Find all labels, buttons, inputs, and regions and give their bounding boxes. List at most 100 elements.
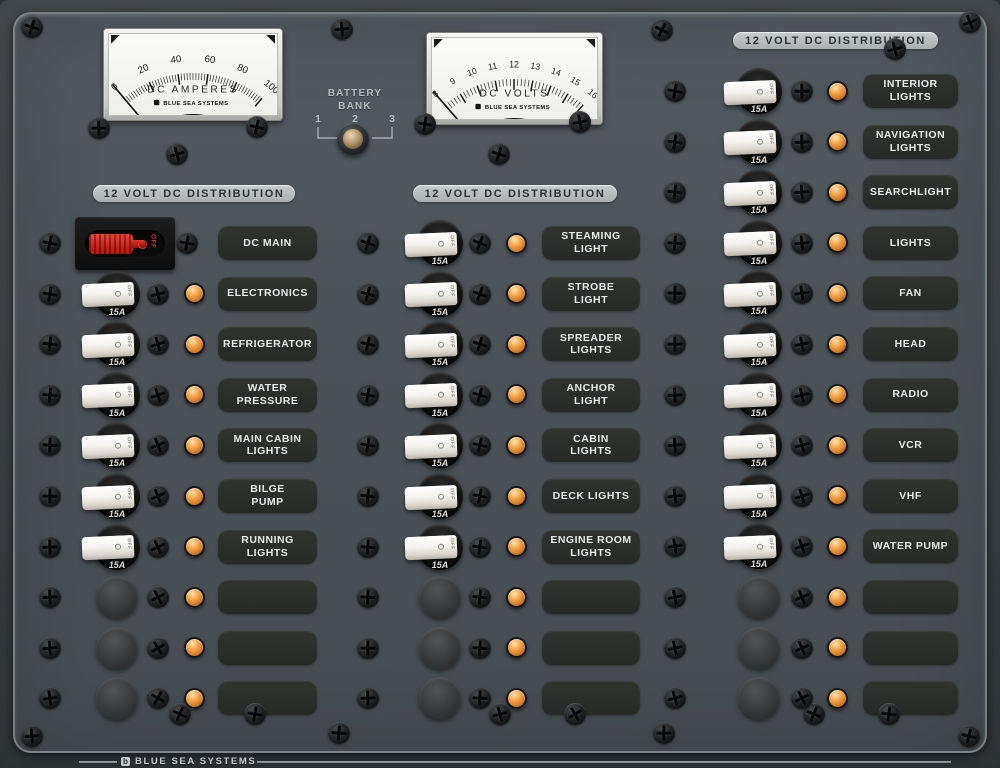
screw-icon bbox=[469, 232, 491, 254]
minor-tick bbox=[528, 80, 529, 87]
breaker-switch-lever[interactable]: OFF bbox=[405, 383, 458, 408]
blank-label bbox=[218, 681, 317, 715]
minor-tick bbox=[499, 80, 500, 87]
breaker-switch-lever[interactable]: OFF bbox=[724, 181, 777, 206]
mount-mark bbox=[434, 39, 443, 48]
breaker-switch-lever[interactable]: OFF bbox=[724, 80, 777, 105]
lever-dot-icon bbox=[438, 341, 444, 347]
breaker-switch-lever[interactable]: OFF bbox=[405, 485, 458, 510]
lever-off-text: OFF bbox=[768, 386, 773, 398]
breaker-switch-lever[interactable]: OFF bbox=[82, 434, 135, 459]
breaker-switch-lever[interactable]: OFF bbox=[405, 434, 458, 459]
indicator-led bbox=[184, 587, 205, 608]
tick-label: 14 bbox=[550, 65, 563, 78]
screw-icon bbox=[147, 586, 169, 608]
screw-icon bbox=[791, 80, 813, 102]
breaker-switch-lever[interactable]: OFF bbox=[724, 535, 777, 560]
indicator-led bbox=[184, 283, 205, 304]
screw-icon bbox=[331, 18, 353, 40]
blank-plug bbox=[96, 677, 138, 719]
amp-rating: 15A bbox=[95, 357, 139, 367]
circuit-label: ELECTRONICS bbox=[218, 277, 317, 311]
circuit-label: INTERIOR LIGHTS bbox=[863, 74, 958, 108]
amp-rating: 15A bbox=[737, 559, 781, 569]
blank-label bbox=[542, 580, 640, 614]
battery-bank-selector-toggle[interactable] bbox=[337, 123, 369, 155]
lever-dot-icon bbox=[757, 240, 763, 246]
lever-off-text: OFF bbox=[126, 437, 131, 449]
screw-icon bbox=[357, 536, 379, 558]
screw-icon bbox=[147, 536, 169, 558]
breaker-switch-lever[interactable]: OFF bbox=[724, 484, 777, 509]
breaker-switch-lever[interactable]: OFF bbox=[405, 535, 458, 560]
indicator-led bbox=[184, 486, 205, 507]
blank-plug bbox=[419, 677, 461, 719]
minor-tick bbox=[166, 76, 168, 83]
amp-rating: 15A bbox=[418, 307, 462, 317]
breaker-switch-lever[interactable]: OFF bbox=[405, 333, 458, 358]
blank-label bbox=[863, 580, 958, 614]
indicator-led bbox=[506, 637, 527, 658]
screw-icon bbox=[166, 143, 188, 165]
lever-off-text: OFF bbox=[768, 184, 773, 196]
minor-tick bbox=[555, 89, 558, 95]
breaker-switch-lever[interactable]: OFF bbox=[724, 383, 777, 408]
minor-tick bbox=[172, 75, 173, 82]
indicator-led bbox=[184, 334, 205, 355]
screw-icon bbox=[469, 586, 491, 608]
screw-icon bbox=[664, 586, 686, 608]
breaker-switch-lever[interactable]: OFF bbox=[724, 333, 777, 358]
breaker-switch-lever[interactable]: OFF bbox=[405, 282, 458, 307]
screw-icon bbox=[39, 536, 61, 558]
screw-icon bbox=[653, 722, 675, 744]
lever-off-text: OFF bbox=[449, 336, 454, 348]
screw-icon bbox=[88, 117, 110, 139]
screw-icon bbox=[39, 384, 61, 406]
screw-icon bbox=[244, 703, 266, 725]
amp-rating: 15A bbox=[737, 205, 781, 215]
minor-tick bbox=[139, 88, 142, 94]
minor-tick bbox=[454, 98, 458, 104]
blank-label bbox=[863, 631, 958, 665]
minor-tick bbox=[163, 77, 165, 84]
minor-tick bbox=[451, 100, 455, 105]
screw-icon bbox=[147, 434, 169, 456]
circuit-label: ANCHOR LIGHT bbox=[542, 378, 640, 412]
breaker-switch-lever[interactable]: OFF bbox=[724, 130, 777, 155]
lever-dot-icon bbox=[115, 442, 121, 448]
blank-label bbox=[542, 631, 640, 665]
meter-brand-text: BLUE SEA SYSTEMS bbox=[485, 105, 550, 111]
screw-icon bbox=[39, 687, 61, 709]
breaker-switch-lever[interactable]: OFF bbox=[82, 333, 135, 358]
minor-tick bbox=[457, 96, 461, 102]
lever-off-text: OFF bbox=[449, 285, 454, 297]
breaker-switch-lever[interactable]: OFF bbox=[405, 232, 458, 257]
circuit-label: NAVIGATION LIGHTS bbox=[863, 125, 958, 159]
tick-label: 9 bbox=[448, 76, 457, 87]
screw-icon bbox=[169, 703, 191, 725]
minor-tick bbox=[210, 75, 211, 82]
breaker-switch-lever[interactable]: OFF bbox=[82, 535, 135, 560]
lever-dot-icon bbox=[438, 544, 444, 550]
minor-tick bbox=[201, 73, 202, 80]
breaker-switch-lever[interactable]: OFF bbox=[82, 383, 135, 408]
screw-icon bbox=[664, 282, 686, 304]
main-breaker-off-text: OFF bbox=[149, 234, 156, 249]
lever-dot-icon bbox=[757, 290, 763, 296]
circuit-label: WATER PUMP bbox=[863, 529, 958, 563]
breaker-switch-lever[interactable]: OFF bbox=[724, 231, 777, 256]
main-breaker-lever[interactable] bbox=[89, 234, 133, 254]
screw-icon bbox=[469, 283, 491, 305]
breaker-switch-lever[interactable]: OFF bbox=[724, 282, 777, 307]
breaker-switch-lever[interactable]: OFF bbox=[82, 282, 135, 307]
lever-dot-icon bbox=[438, 442, 444, 448]
breaker-switch-lever[interactable]: OFF bbox=[82, 485, 135, 510]
lever-dot-icon bbox=[757, 543, 763, 549]
minor-tick bbox=[221, 77, 223, 84]
minor-tick bbox=[175, 75, 176, 82]
battery-bank-position-1: 1 bbox=[315, 113, 321, 125]
lever-dot-icon bbox=[115, 341, 121, 347]
tick-label: 16 bbox=[586, 87, 597, 101]
breaker-switch-lever[interactable]: OFF bbox=[724, 434, 777, 459]
blank-plug bbox=[419, 627, 461, 669]
